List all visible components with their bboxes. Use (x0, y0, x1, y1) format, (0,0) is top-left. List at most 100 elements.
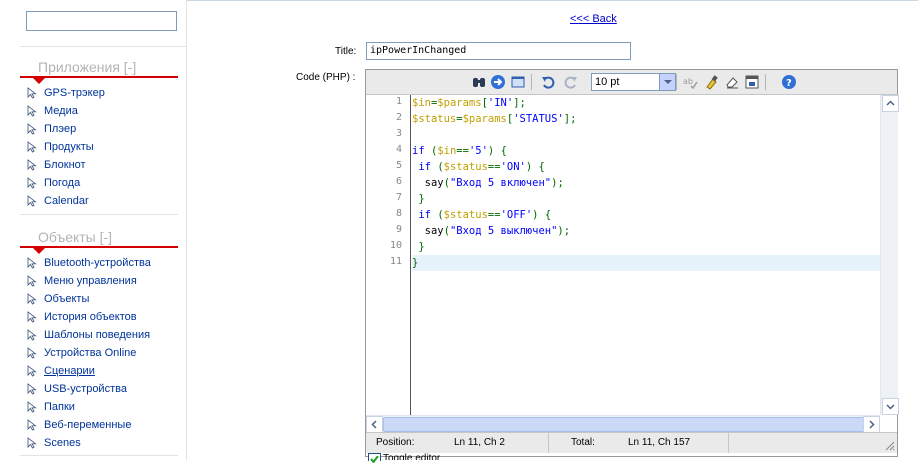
code-line[interactable] (412, 127, 880, 143)
code-line[interactable]: } (412, 255, 880, 271)
line-number: 8 (395, 208, 402, 219)
sidebar-item[interactable]: Bluetooth-устройства (20, 254, 178, 272)
reset-icon[interactable] (744, 74, 760, 90)
code-area[interactable]: $in=$params['IN']; $status=$params['STATU… (412, 95, 880, 415)
resize-grip-icon[interactable] (883, 439, 895, 451)
code-line[interactable]: $in=$params['IN']; (412, 95, 880, 111)
scroll-up-button[interactable] (882, 95, 899, 112)
sidebar-item-label: Блокнот (44, 159, 86, 171)
code-line[interactable]: say("Вход 5 включен"); (412, 175, 880, 191)
svg-text:?: ? (786, 78, 792, 89)
goto-icon[interactable] (490, 74, 506, 90)
highlight-icon[interactable] (704, 74, 720, 90)
sidebar-item-label: Погода (44, 177, 81, 189)
sidebar-item-label: Меню управления (44, 275, 137, 287)
back-link[interactable]: <<< Back (570, 13, 617, 25)
font-size-select[interactable]: 10 pt (591, 73, 676, 91)
chevron-down-icon[interactable] (659, 74, 675, 90)
redo-icon[interactable] (563, 74, 579, 90)
section-title-objects[interactable]: Объекты [-] (38, 229, 112, 245)
sidebar-item[interactable]: Сценарии (20, 362, 178, 380)
scroll-left-button[interactable] (366, 416, 383, 433)
erase-icon[interactable] (724, 74, 740, 90)
toolbar-separator (765, 74, 766, 90)
sidebar-item[interactable]: Продукты (20, 138, 178, 156)
undo-icon[interactable] (540, 74, 556, 90)
sidebar-item-label: Веб-переменные (44, 419, 132, 431)
scroll-right-button[interactable] (863, 416, 880, 433)
sidebar-item[interactable]: Шаблоны поведения (20, 326, 178, 344)
sidebar-item[interactable]: Устройства Online (20, 344, 178, 362)
pointer-arrow-icon (27, 329, 37, 341)
sidebar-item[interactable]: История объектов (20, 308, 178, 326)
sidebar-item[interactable]: Объекты (20, 290, 178, 308)
line-number: 7 (395, 192, 402, 203)
chevron-down-icon (886, 404, 895, 410)
sidebar-item[interactable]: Плэер (20, 120, 178, 138)
code-line[interactable]: } (412, 191, 880, 207)
scroll-down-button[interactable] (882, 398, 899, 415)
sidebar-item[interactable]: Scenes (20, 434, 178, 452)
sidebar-item-label: История объектов (44, 311, 137, 323)
sidebar-item[interactable]: USB-устройства (20, 380, 178, 398)
code-line[interactable]: say("Вход 5 выключен"); (412, 223, 880, 239)
line-number-gutter: 1 2 3 4 5 6 7 8 9 10 11 (366, 95, 410, 415)
sidebar-item-label: Плэер (44, 123, 77, 135)
pointer-arrow-icon (27, 177, 37, 189)
horizontal-scroll-thumb[interactable] (383, 417, 865, 432)
code-line[interactable]: if ($status=='ON') { (412, 159, 880, 175)
pointer-arrow-icon (27, 275, 37, 287)
svg-text:ab: ab (683, 77, 693, 86)
sidebar-item-label: Шаблоны поведения (44, 329, 151, 341)
title-label: Title: (335, 46, 357, 57)
pointer-arrow-icon (27, 195, 37, 207)
line-number: 2 (395, 112, 402, 123)
toolbar-separator (531, 74, 532, 90)
fullscreen-icon[interactable] (510, 74, 526, 90)
code-line[interactable]: if ($in=='5') { (412, 143, 880, 159)
code-line[interactable]: } (412, 239, 880, 255)
sidebar-item[interactable]: Медиа (20, 102, 178, 120)
position-value: Ln 11, Ch 2 (454, 437, 505, 448)
sidebar-item[interactable]: Calendar (20, 192, 178, 210)
line-number: 10 (389, 240, 402, 251)
sidebar-item[interactable]: Блокнот (20, 156, 178, 174)
code-line[interactable]: $status=$params['STATUS']; (412, 111, 880, 127)
horizontal-scrollbar[interactable] (366, 415, 880, 433)
sidebar-item[interactable]: Меню управления (20, 272, 178, 290)
pointer-arrow-icon (27, 347, 37, 359)
search-icon[interactable] (471, 74, 487, 90)
sidebar-item-label: USB-устройства (44, 383, 127, 395)
code-editor: 10 pt ab ? 1 2 3 4 5 6 7 8 9 10 11 $in=$params['IN… (365, 69, 899, 457)
sidebar-item-label: Calendar (44, 195, 89, 207)
sidebar-item-label: Scenes (44, 437, 81, 449)
sidebar-item-label: Медиа (44, 105, 78, 117)
vertical-scrollbar[interactable] (880, 95, 899, 415)
help-icon[interactable]: ? (781, 74, 797, 90)
sidebar-item-label: Bluetooth-устройства (44, 257, 151, 269)
editor-toggle-label: Toggle editor (383, 453, 441, 460)
pointer-arrow-icon (27, 383, 37, 395)
section-title-applications[interactable]: Приложения [-] (38, 59, 136, 75)
spellcheck-icon[interactable]: ab (682, 74, 698, 90)
position-label: Position: (376, 437, 415, 448)
sidebar-item[interactable]: GPS-трэкер (20, 84, 178, 102)
line-number: 1 (395, 96, 402, 107)
sidebar-item[interactable]: Погода (20, 174, 178, 192)
pointer-arrow-icon (27, 105, 37, 117)
sidebar-search-input[interactable] (26, 11, 177, 31)
sidebar-item-label: Устройства Online (44, 347, 137, 359)
code-label: Code (PHP) : (296, 72, 356, 83)
applications-menu: GPS-трэкер Медиа Плэер Продукты Блокнот Погод… (20, 84, 178, 210)
status-separator (728, 433, 729, 453)
sidebar-item[interactable]: Папки (20, 398, 178, 416)
title-input[interactable]: ipPowerInChanged (366, 42, 631, 60)
pointer-arrow-icon (27, 159, 37, 171)
sidebar-item[interactable]: Веб-переменные (20, 416, 178, 434)
code-line[interactable]: if ($status=='OFF') { (412, 207, 880, 223)
sidebar-border (186, 0, 187, 460)
pointer-arrow-icon (27, 123, 37, 135)
chevron-left-icon (371, 420, 377, 429)
pointer-arrow-icon (27, 257, 37, 269)
section-separator (20, 455, 178, 456)
